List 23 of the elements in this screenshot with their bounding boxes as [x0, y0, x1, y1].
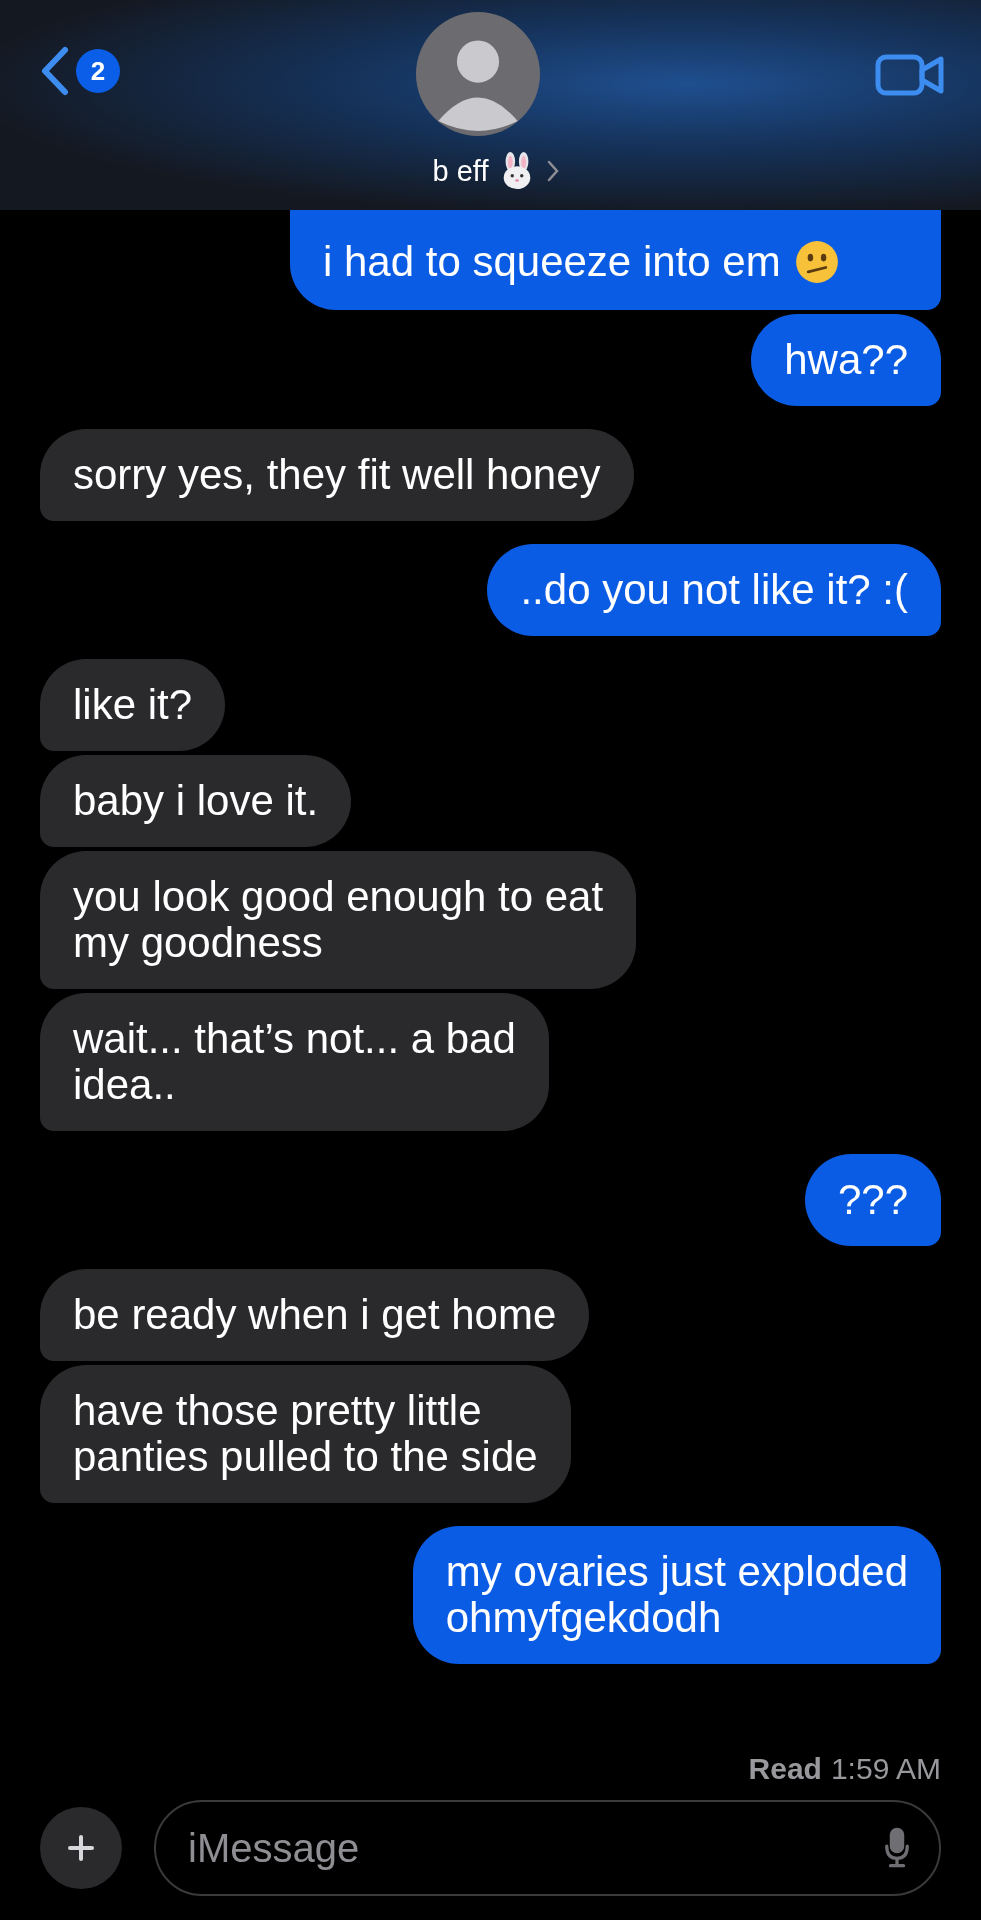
message-bubble: i had to squeeze into em: [290, 210, 941, 310]
message-bubble: baby i love it.: [40, 755, 352, 847]
read-label: Read: [748, 1752, 822, 1786]
message-bubble: you look good enough to eat my goodness: [40, 851, 637, 989]
contact-name[interactable]: b eff: [432, 154, 489, 188]
message-bubble: my ovaries just exploded ohmyfgekdodh: [412, 1526, 941, 1664]
avatar[interactable]: [415, 12, 540, 136]
message-bubble: sorry yes, they fit well honey: [40, 429, 634, 521]
microphone-icon[interactable]: [883, 1827, 911, 1869]
message-bubble: ..do you not like it? :(: [487, 544, 941, 636]
message-input-field[interactable]: iMessage: [154, 1800, 941, 1896]
message-bubble: like it?: [40, 659, 226, 751]
video-camera-icon[interactable]: [875, 52, 945, 98]
read-time: 1:59 AM: [830, 1752, 941, 1786]
message-bubble: be ready when i get home: [40, 1269, 590, 1361]
plus-icon: [66, 1833, 96, 1863]
message-bubble: hwa??: [751, 314, 941, 406]
message-bubble: wait... that’s not... a bad idea..: [40, 993, 549, 1131]
message-bubble: have those pretty little panties pulled to the side: [40, 1365, 571, 1503]
chevron-right-icon[interactable]: [546, 159, 561, 183]
message-bubble: ???: [804, 1154, 941, 1246]
unread-badge: 2: [76, 49, 120, 93]
back-icon[interactable]: [40, 46, 70, 96]
